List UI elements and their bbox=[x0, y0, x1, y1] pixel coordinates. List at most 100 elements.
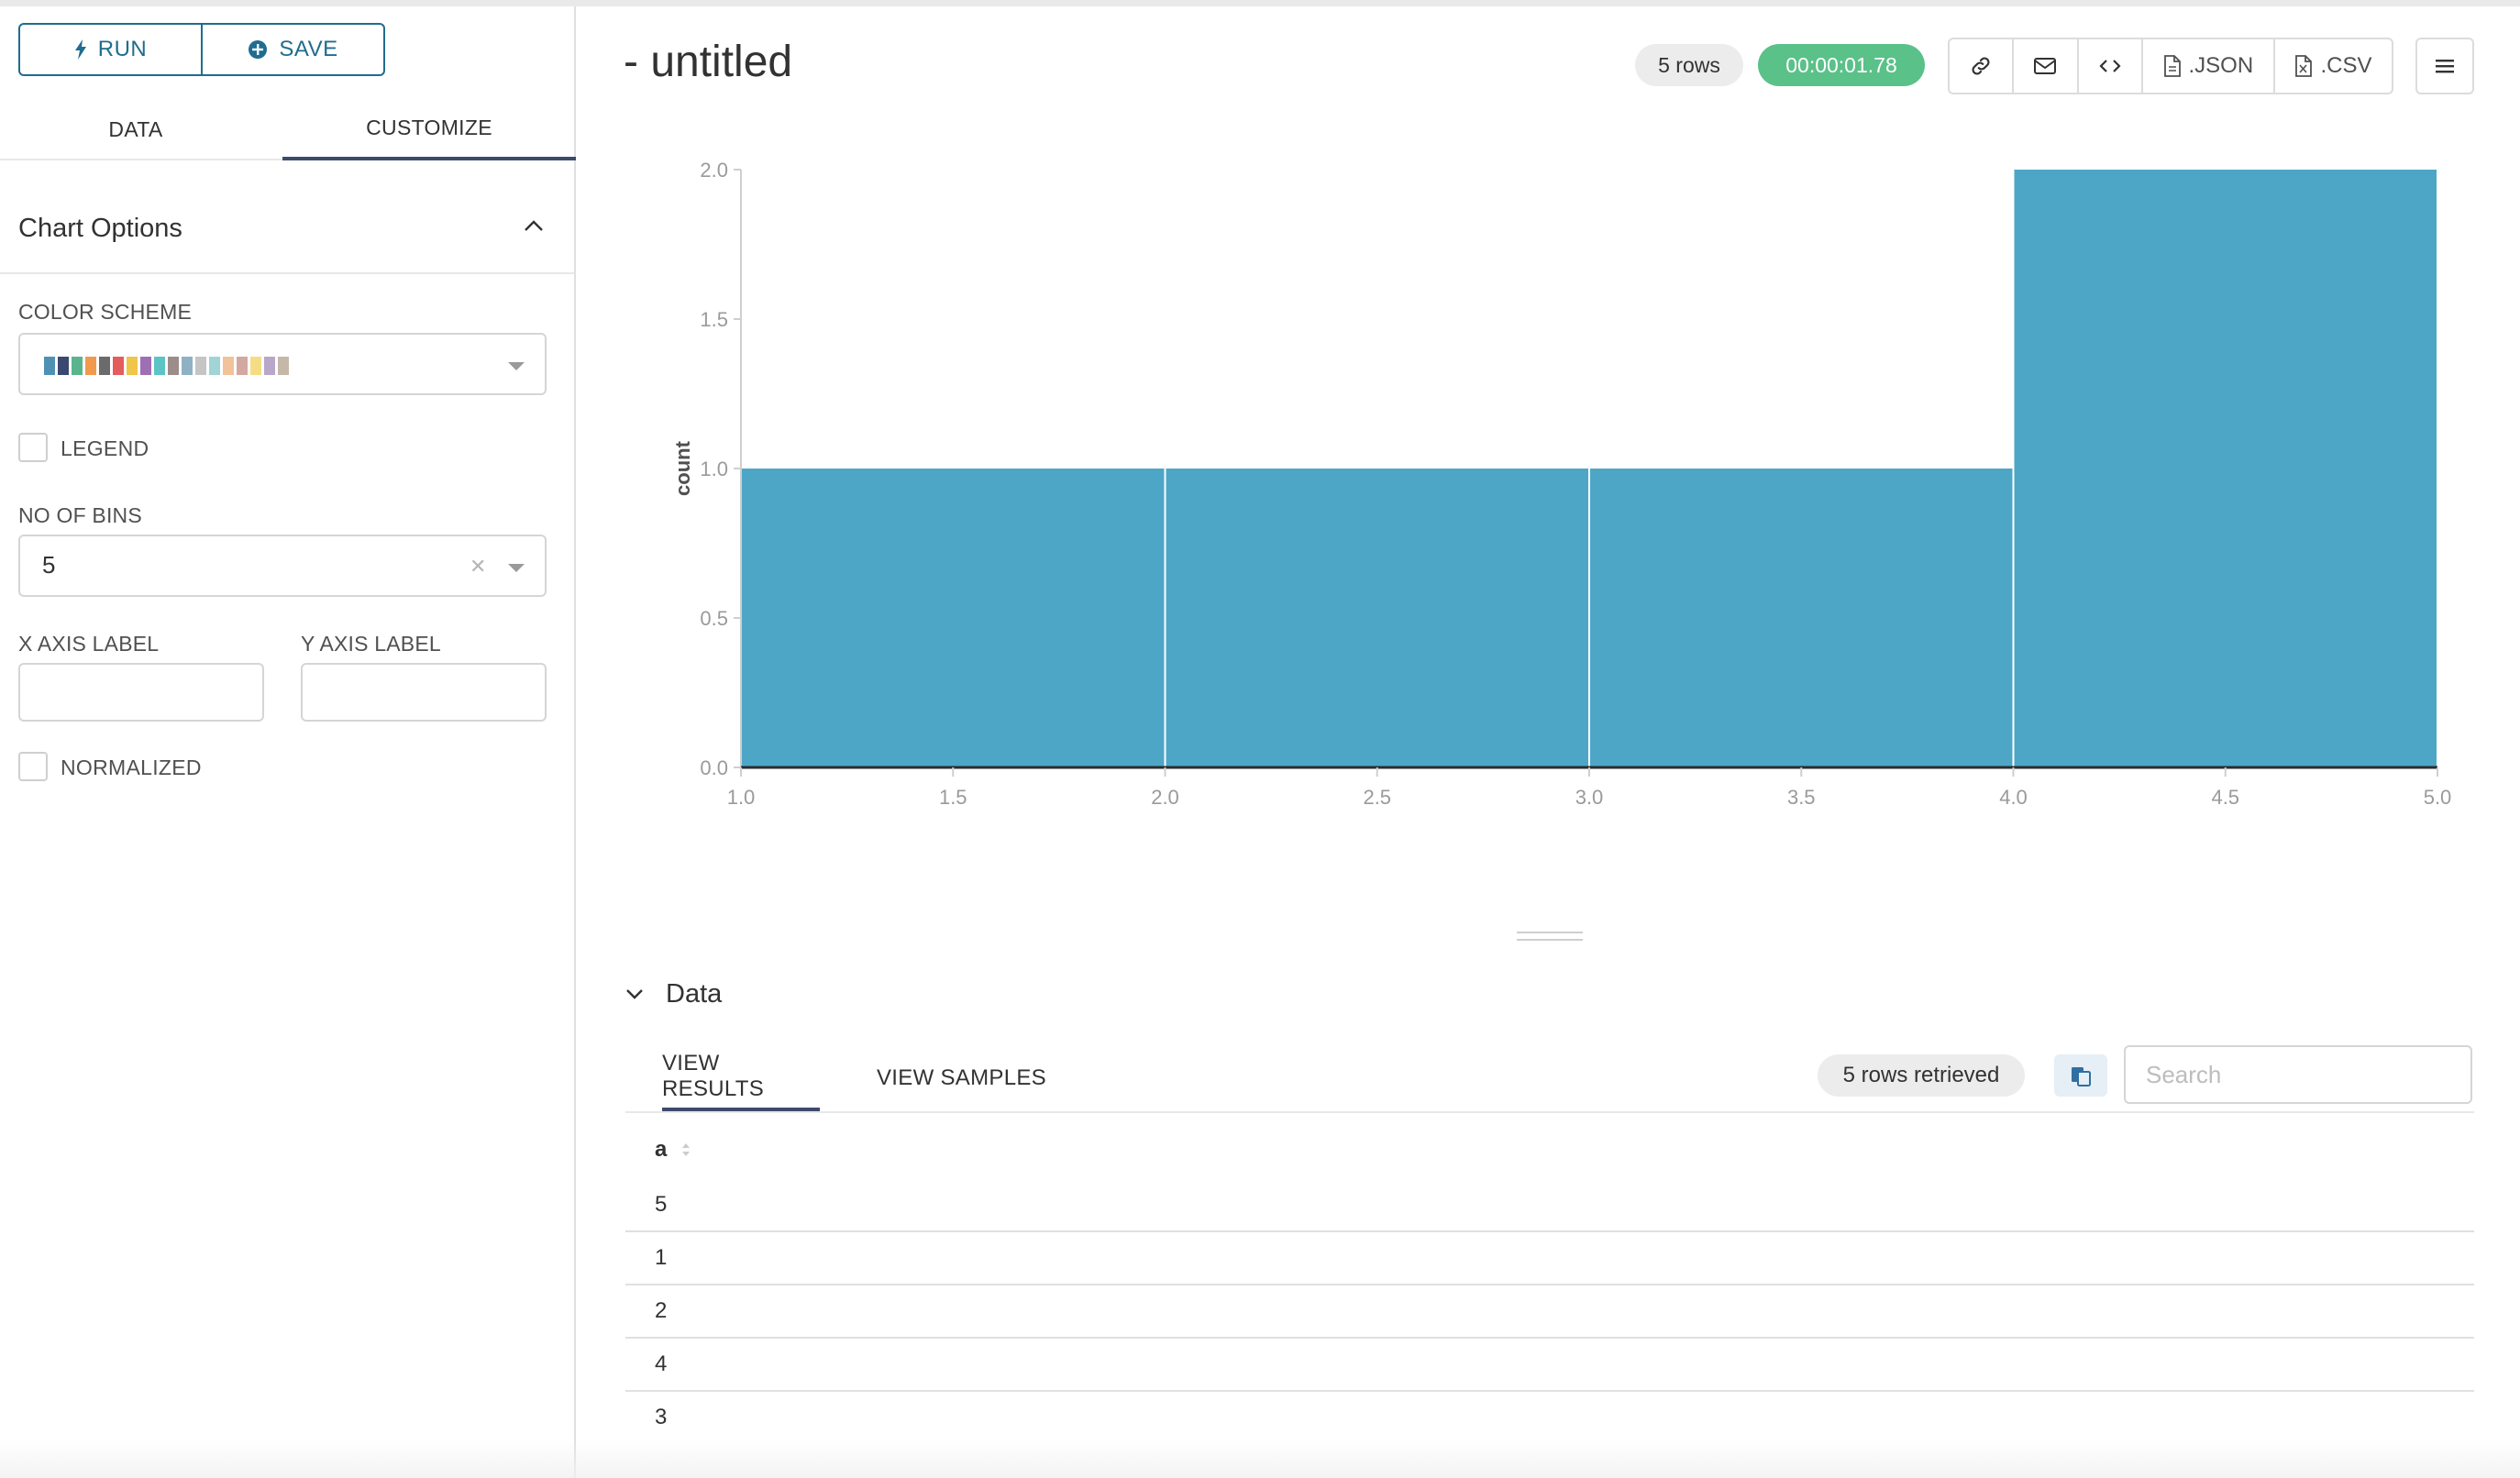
bins-value: 5 bbox=[42, 551, 56, 579]
timer-badge: 00:00:01.78 bbox=[1758, 44, 1925, 86]
file-icon bbox=[2163, 55, 2181, 77]
color-swatch bbox=[223, 357, 234, 375]
tab-view-samples[interactable]: VIEW SAMPLES bbox=[877, 1045, 1046, 1111]
y-tick-label: 0.0 bbox=[700, 756, 728, 779]
color-swatch bbox=[85, 357, 96, 375]
csv-label: .CSV bbox=[2320, 53, 2372, 78]
tab-customize[interactable]: CUSTOMIZE bbox=[282, 98, 576, 160]
embed-code-button[interactable] bbox=[2079, 39, 2143, 93]
table-cell: 3 bbox=[655, 1405, 668, 1429]
chevron-up-icon[interactable] bbox=[523, 215, 545, 237]
column-header[interactable]: a bbox=[625, 1120, 2474, 1179]
plus-circle-icon bbox=[249, 40, 268, 59]
table-row: 2 bbox=[625, 1285, 2474, 1339]
table-cell: 2 bbox=[655, 1298, 668, 1323]
y-axis-label-input[interactable] bbox=[301, 663, 547, 722]
left-tabs: DATA CUSTOMIZE bbox=[0, 98, 576, 160]
color-swatch bbox=[127, 357, 138, 375]
json-label: .JSON bbox=[2188, 53, 2254, 78]
histogram-bar bbox=[2014, 170, 2437, 767]
sort-icon[interactable] bbox=[681, 1141, 691, 1159]
code-icon bbox=[2099, 60, 2121, 72]
color-swatch bbox=[44, 357, 55, 375]
histogram-bar bbox=[1166, 469, 1588, 767]
color-swatch bbox=[58, 357, 69, 375]
x-tick-label: 2.5 bbox=[1363, 786, 1391, 809]
legend-checkbox[interactable] bbox=[18, 433, 48, 462]
x-tick-label: 3.0 bbox=[1575, 786, 1604, 809]
data-section-title: Data bbox=[666, 978, 723, 1009]
table-row: 4 bbox=[625, 1339, 2474, 1392]
color-scheme-select[interactable] bbox=[18, 333, 547, 395]
more-menu-button[interactable] bbox=[2415, 38, 2474, 94]
bins-label: NO OF BINS bbox=[18, 503, 142, 527]
chevron-down-icon bbox=[508, 564, 525, 572]
color-swatch bbox=[168, 357, 179, 375]
x-tick-label: 4.5 bbox=[2211, 786, 2239, 809]
search-input[interactable] bbox=[2124, 1045, 2472, 1104]
left-panel: RUN SAVE DATA CUSTOMIZE Chart Options CO… bbox=[0, 6, 576, 1478]
clear-icon[interactable]: ✕ bbox=[470, 555, 486, 579]
resize-handle[interactable] bbox=[1517, 932, 1583, 941]
x-tick-label: 4.0 bbox=[1999, 786, 2028, 809]
table-row: 3 bbox=[625, 1392, 2474, 1443]
color-scheme-swatches bbox=[44, 357, 289, 375]
column-header-label: a bbox=[655, 1137, 668, 1162]
x-axis-label-title: X AXIS LABEL bbox=[18, 632, 160, 656]
color-swatch bbox=[113, 357, 124, 375]
color-swatch bbox=[154, 357, 165, 375]
y-tick-label: 1.0 bbox=[700, 458, 728, 480]
chevron-down-icon bbox=[508, 362, 525, 370]
link-button[interactable] bbox=[1950, 39, 2015, 93]
top-border bbox=[0, 0, 2520, 6]
save-button[interactable]: SAVE bbox=[203, 25, 383, 74]
lightning-icon bbox=[74, 39, 86, 60]
color-swatch bbox=[237, 357, 248, 375]
table-row: 5 bbox=[625, 1179, 2474, 1232]
color-swatch bbox=[182, 357, 193, 375]
x-tick-label: 1.0 bbox=[727, 786, 756, 809]
run-button[interactable]: RUN bbox=[20, 25, 203, 74]
x-axis-label-input[interactable] bbox=[18, 663, 264, 722]
copy-button[interactable] bbox=[2054, 1054, 2107, 1097]
data-section-header[interactable]: Data bbox=[624, 976, 722, 1012]
color-swatch bbox=[195, 357, 206, 375]
normalized-checkbox[interactable] bbox=[18, 752, 48, 781]
x-tick-label: 3.5 bbox=[1787, 786, 1816, 809]
rows-retrieved-badge: 5 rows retrieved bbox=[1818, 1054, 2025, 1097]
legend-label: LEGEND bbox=[61, 436, 149, 460]
histogram-chart: 0.0 0.5 1.0 1.5 2.0 1.0 1.5 2.0 2.5 3.0 3.5 4.0 4.5 5… bbox=[671, 159, 2452, 809]
save-button-label: SAVE bbox=[279, 37, 338, 61]
run-button-label: RUN bbox=[97, 37, 148, 61]
bins-select[interactable]: 5 ✕ bbox=[18, 535, 547, 597]
table-cell: 4 bbox=[655, 1351, 668, 1376]
color-swatch bbox=[209, 357, 220, 375]
email-button[interactable] bbox=[2014, 39, 2079, 93]
chart-options-title: Chart Options bbox=[18, 214, 182, 243]
color-swatch bbox=[140, 357, 151, 375]
table-cell: 1 bbox=[655, 1245, 668, 1270]
export-csv-button[interactable]: .CSV bbox=[2275, 39, 2392, 93]
tab-data[interactable]: DATA bbox=[0, 98, 271, 160]
results-table: a 5 1 2 4 3 bbox=[625, 1120, 2474, 1443]
export-json-button[interactable]: .JSON bbox=[2143, 39, 2275, 93]
rows-badge: 5 rows bbox=[1635, 44, 1743, 86]
color-swatch bbox=[99, 357, 110, 375]
color-swatch bbox=[250, 357, 261, 375]
color-scheme-label: COLOR SCHEME bbox=[18, 300, 192, 324]
export-actions: .JSON .CSV bbox=[1948, 38, 2393, 94]
tab-view-results[interactable]: VIEW RESULTS bbox=[662, 1045, 820, 1111]
x-tick-label: 1.5 bbox=[939, 786, 967, 809]
table-row: 1 bbox=[625, 1232, 2474, 1285]
chevron-down-icon[interactable] bbox=[624, 983, 646, 1005]
histogram-bar bbox=[742, 469, 1165, 767]
page-title[interactable]: - untitled bbox=[624, 37, 792, 87]
color-swatch bbox=[72, 357, 83, 375]
file-excel-icon bbox=[2295, 55, 2313, 77]
run-save-button-group: RUN SAVE bbox=[18, 23, 385, 76]
table-cell: 5 bbox=[655, 1192, 668, 1217]
envelope-icon bbox=[2034, 58, 2057, 74]
hamburger-menu-icon bbox=[2436, 60, 2454, 73]
chart-options-header[interactable]: Chart Options bbox=[0, 160, 574, 274]
x-tick-label: 5.0 bbox=[2424, 786, 2452, 809]
